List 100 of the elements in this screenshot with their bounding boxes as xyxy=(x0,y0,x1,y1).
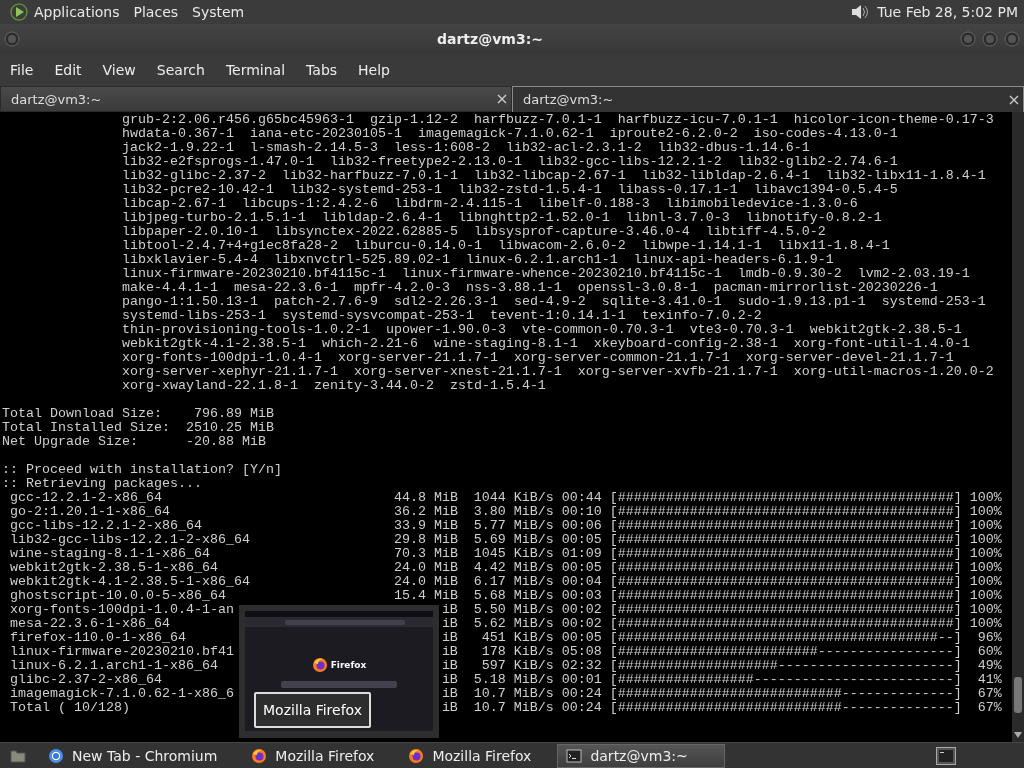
firefox-icon xyxy=(408,747,425,764)
package-name: linux-6.2.1.arch1-1-x86_64 xyxy=(10,659,218,673)
download-size: iB xyxy=(440,645,458,659)
download-speed: 3.80 MiB/s xyxy=(473,505,554,519)
progress-text: [##########################################] xyxy=(609,561,962,575)
download-speed: 1044 KiB/s xyxy=(473,491,554,505)
folder-icon[interactable] xyxy=(10,747,26,764)
terminal-line: thin-provisioning-tools-1.0.2-1 upower-1.90.0-3 vte-common-0.70.3-1 vte3-0.70.3-1 webkit2gtk-2.38.5-1 xyxy=(121,323,963,337)
percent: 60% xyxy=(976,645,1002,659)
package-name: lib32-gcc-libs-12.2.1-2-x86_64 xyxy=(10,533,250,547)
menu-item[interactable]: File xyxy=(10,62,34,78)
download-speed: 6.17 MiB/s xyxy=(473,575,554,589)
terminal-line: xorg-fonts-100dpi-1.0.4-1 xorg-server-21.1.7-1 xorg-server-common-21.1.7-1 xorg-server-devel-21.1.7-1 xyxy=(121,351,955,365)
package-name: webkit2gtk-4.1-2.38.5-1-x86_64 xyxy=(10,575,250,589)
panel-menu[interactable]: System xyxy=(192,4,245,20)
percent: 100% xyxy=(969,617,1002,631)
download-size: 44.8 MiB xyxy=(393,491,458,505)
percent: 100% xyxy=(969,505,1002,519)
download-time: 00:10 xyxy=(561,505,602,519)
download-time: 02:32 xyxy=(561,659,602,673)
menu-item[interactable]: Help xyxy=(358,62,390,78)
package-name: xorg-fonts-100dpi-1.0.4-1-an xyxy=(10,603,234,617)
percent: 49% xyxy=(976,659,1002,673)
panel-menu[interactable]: Places xyxy=(133,4,179,20)
terminal-line: Total Installed Size: 2510.25 MiB xyxy=(2,421,275,435)
package-name: webkit2gtk-2.38.5-1-x86_64 xyxy=(10,561,218,575)
percent: 96% xyxy=(976,631,1002,645)
terminal-line: :: Proceed with installation? [Y/n] xyxy=(2,463,283,477)
download-speed: 4.42 MiB/s xyxy=(473,561,554,575)
percent: 67% xyxy=(976,687,1002,701)
scrollbar-thumb[interactable] xyxy=(1014,677,1022,713)
terminal-line: hwdata-0.367-1 iana-etc-20230105-1 imagemagick-7.1.0.62-1 iproute2-6.2.0-2 iso-codes-4.13.0-1 xyxy=(121,127,899,141)
terminal-icon xyxy=(566,747,583,764)
firefox-logo-icon xyxy=(311,657,328,673)
download-size: 24.0 MiB xyxy=(393,561,458,575)
download-speed: 178 KiB/s xyxy=(480,645,554,659)
preview-title[interactable]: Mozilla Firefox xyxy=(254,692,372,728)
percent: 100% xyxy=(969,589,1002,603)
download-speed: 10.7 MiB/s xyxy=(473,687,554,701)
percent: 100% xyxy=(969,491,1002,505)
download-speed: 5.18 MiB/s xyxy=(473,673,554,687)
package-name: Total ( 10/128) xyxy=(10,701,130,715)
download-time: 00:02 xyxy=(561,603,602,617)
terminal-line: webkit2gtk-4.1-2.38.5-1 which-2.21-6 wine-staging-8.1-1 xkeyboard-config-2.38-1 xorg-font-util-1.4.0-1 xyxy=(121,337,971,351)
progress-text: [##########################################] xyxy=(609,519,962,533)
percent: 100% xyxy=(969,547,1002,561)
menu-item[interactable]: Tabs xyxy=(306,62,338,78)
package-name: wine-staging-8.1-1-x86_64 xyxy=(10,547,210,561)
terminal-line: jack2-1.9.22-1 l-smash-2.14.5-3 less-1:608-2 lib32-acl-2.3.1-2 lib32-dbus-1.14.6-1 xyxy=(121,141,811,155)
download-size: 33.9 MiB xyxy=(393,519,458,533)
chromium-icon xyxy=(48,747,64,764)
download-speed: 10.7 MiB/s xyxy=(473,701,554,715)
clock[interactable]: Tue Feb 28, 5:02 PM xyxy=(877,4,1018,20)
taskbar-item[interactable]: Mozilla Firefox xyxy=(243,743,383,768)
terminal-line: libtool-2.4.7+4+g1ec8fa28-2 liburcu-0.14.0-1 libwacom-2.6.0-2 libwpe-1.14.1-1 libx11-1.8.4-1 xyxy=(121,239,891,253)
download-speed: 5.69 MiB/s xyxy=(473,533,554,547)
menu-item[interactable]: Terminal xyxy=(225,62,286,78)
taskbar-item[interactable]: Mozilla Firefox xyxy=(400,743,540,768)
download-size: iB xyxy=(440,603,458,617)
download-speed: 5.77 MiB/s xyxy=(473,519,554,533)
tab[interactable]: dartz@vm3:~ xyxy=(512,86,1024,112)
workspace-icon[interactable] xyxy=(936,746,956,765)
menu-item[interactable]: Search xyxy=(156,62,205,78)
menu-item[interactable]: View xyxy=(102,62,136,78)
progress-text: [####################----------------------] xyxy=(609,659,962,673)
download-size: iB xyxy=(440,687,458,701)
scroll-down-icon[interactable] xyxy=(1014,732,1022,738)
package-name: linux-firmware-20230210.bf41 xyxy=(10,645,234,659)
download-size: 24.0 MiB xyxy=(393,575,458,589)
download-speed: 5.62 MiB/s xyxy=(473,617,554,631)
taskbar-item[interactable]: dartz@vm3:~ xyxy=(557,743,726,768)
window-menu-icon[interactable] xyxy=(4,31,20,47)
progress-text: [############################--------------] xyxy=(609,701,962,715)
package-name: gcc-12.2.1-2-x86_64 xyxy=(10,491,162,505)
download-speed: 5.68 MiB/s xyxy=(473,589,554,603)
panel-menu[interactable]: Applications xyxy=(34,4,120,20)
download-speed: 597 KiB/s xyxy=(480,659,554,673)
panel-logo-icon[interactable] xyxy=(10,3,28,21)
scrollbar[interactable] xyxy=(1012,112,1024,742)
taskbar-item[interactable]: New Tab - Chromium xyxy=(40,743,226,768)
progress-text: [#########################-----------------] xyxy=(609,645,962,659)
percent: 100% xyxy=(969,561,1002,575)
terminal-line: systemd-libs-253-1 systemd-sysvcompat-253-1 tevent-1:0.14.1-1 texinfo-7.0.2-2 xyxy=(121,309,763,323)
progress-text: [########################################--] xyxy=(609,631,962,645)
terminal-line: make-4.4.1-1 mesa-22.3.6-1 mpfr-4.2.0-3 nss-3.88.1-1 openssl-3.0.8-1 pacman-mirrorlist-20230226-1 xyxy=(121,281,939,295)
progress-text: [#################-------------------------] xyxy=(609,673,962,687)
package-name: firefox-110.0-1-x86_64 xyxy=(10,631,186,645)
download-size: 15.4 MiB xyxy=(393,589,458,603)
menu-item[interactable]: Edit xyxy=(54,62,82,78)
download-time: 00:03 xyxy=(561,589,602,603)
download-speed: 451 KiB/s xyxy=(480,631,554,645)
percent: 41% xyxy=(976,673,1002,687)
download-time: 00:05 xyxy=(561,561,602,575)
progress-text: [##########################################] xyxy=(609,575,962,589)
tab-label: dartz@vm3:~ xyxy=(11,91,103,107)
page-heading: Firefox xyxy=(330,660,367,670)
terminal-line: Total Download Size: 796.89 MiB xyxy=(2,407,275,421)
tab[interactable]: dartz@vm3:~ xyxy=(0,86,512,112)
progress-text: [##########################################] xyxy=(609,533,962,547)
terminal-line: :: Retrieving packages... xyxy=(2,477,203,491)
